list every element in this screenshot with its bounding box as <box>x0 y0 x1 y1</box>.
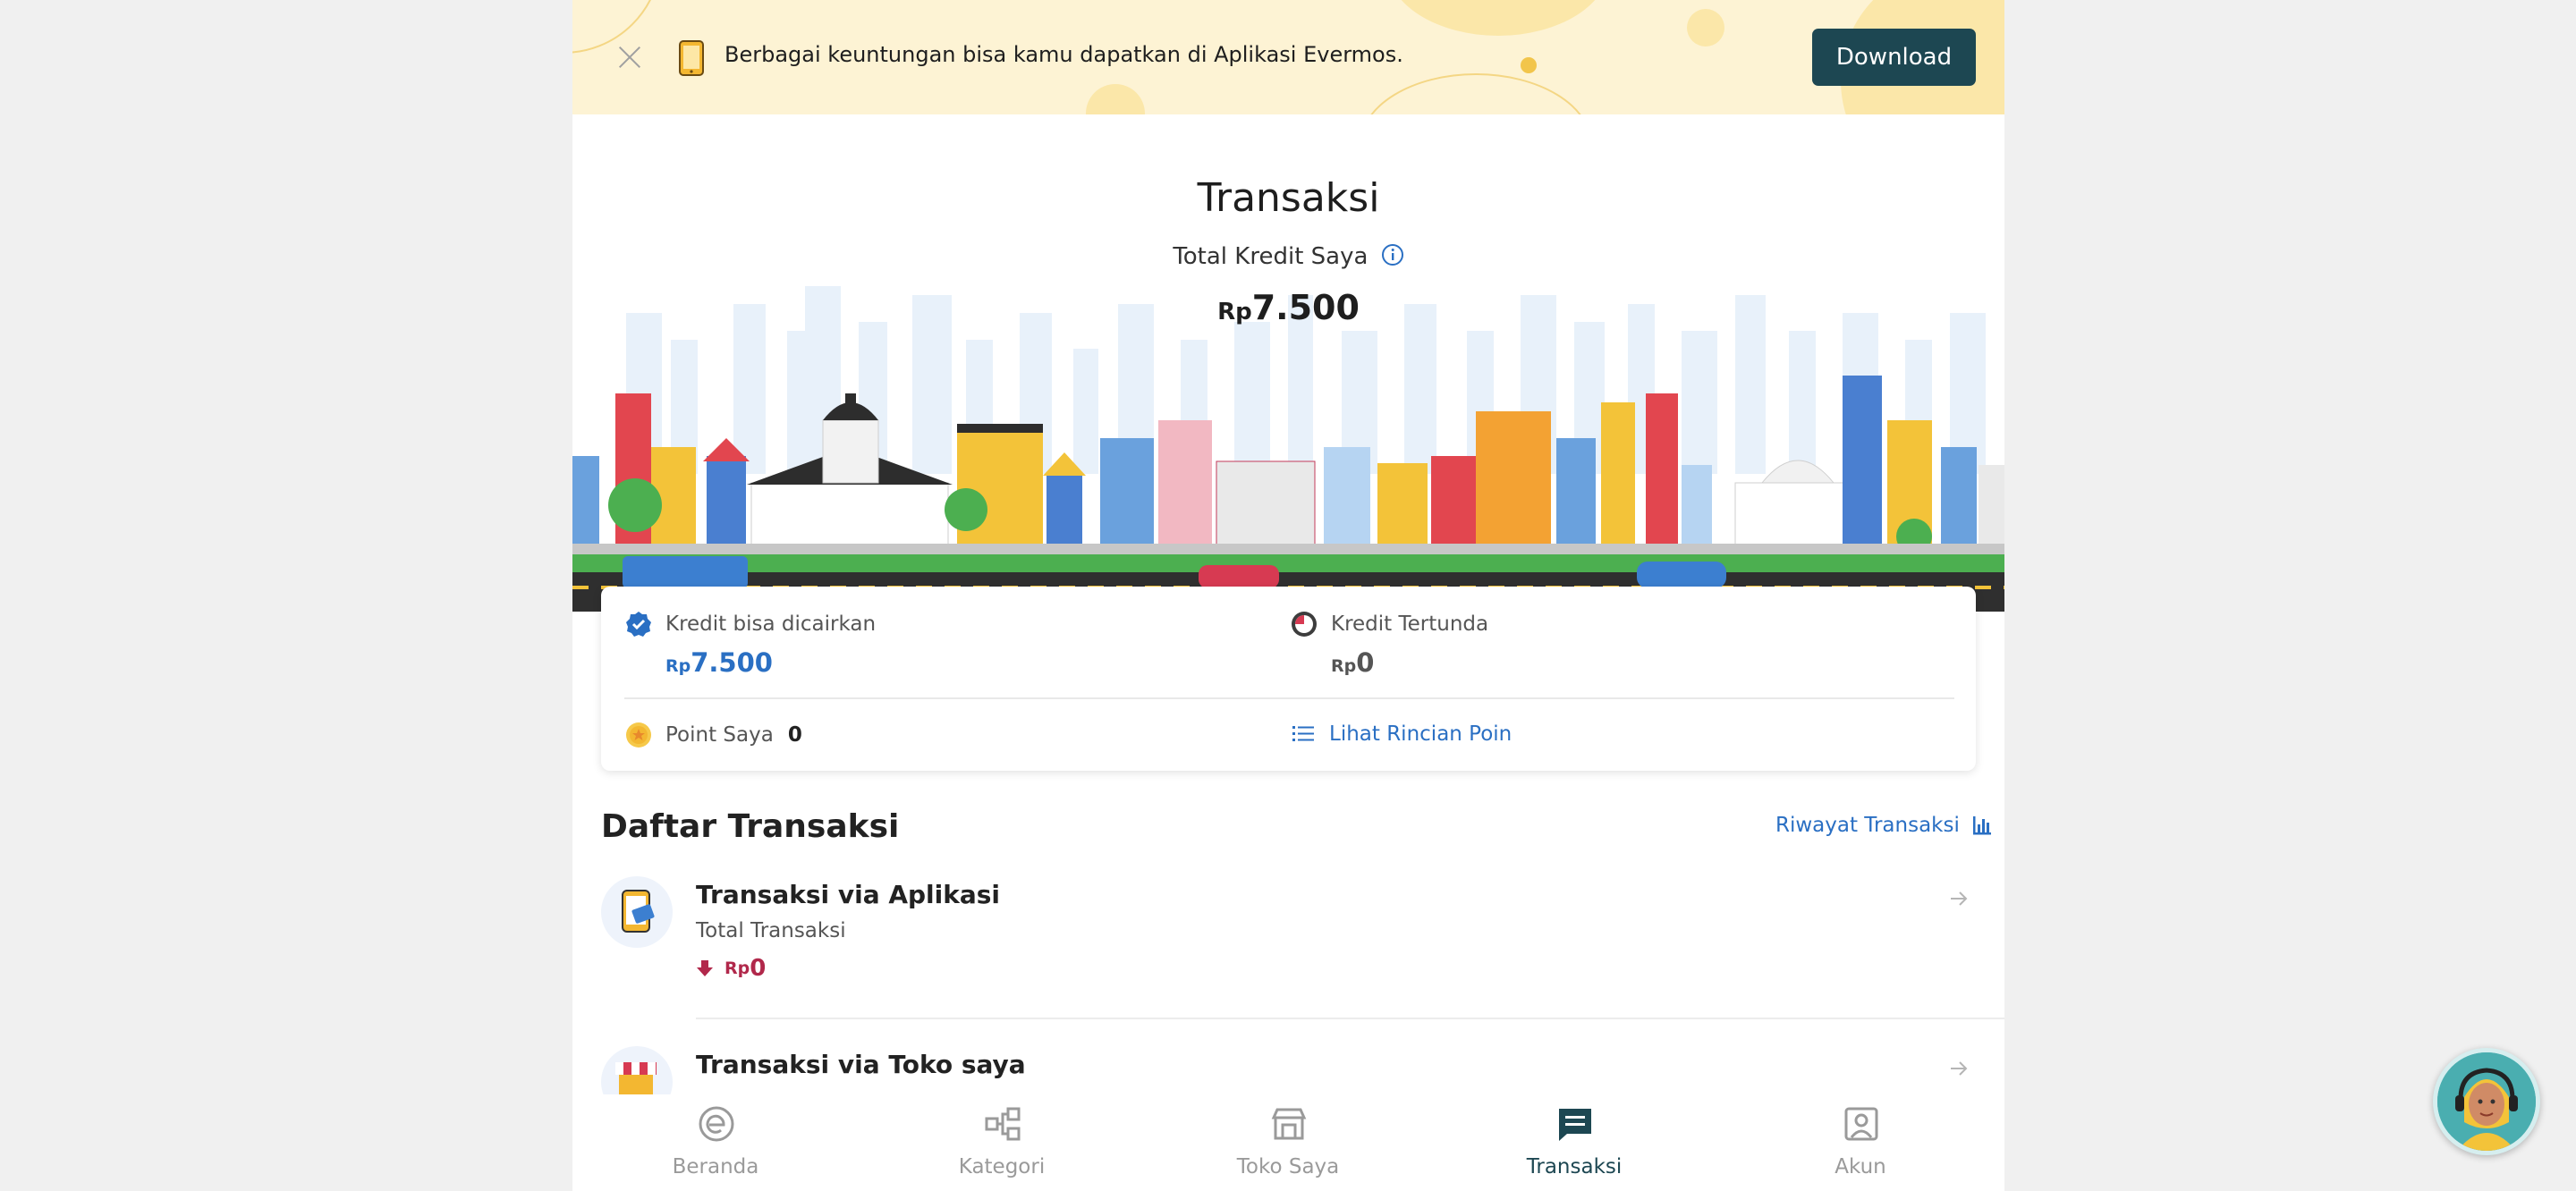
kredit-tertunda: Kredit Tertunda Rp0 <box>1290 610 1488 678</box>
transaksi-aplikasi-title: Transaksi via Aplikasi <box>696 880 1001 909</box>
section-title: Daftar Transaksi <box>601 808 900 845</box>
download-button[interactable]: Download <box>1812 29 1976 86</box>
category-tree-icon <box>985 1107 1021 1141</box>
arrow-right-icon <box>1951 1061 1968 1076</box>
nav-label: Transaksi <box>1526 1155 1623 1178</box>
kredit-tertunda-value: 0 <box>1356 647 1375 678</box>
store-transaction-icon <box>601 1046 673 1100</box>
nav-beranda[interactable]: Beranda <box>572 1094 859 1191</box>
coin-star-icon <box>626 722 651 748</box>
banner-decoration <box>1360 73 1592 114</box>
arrow-down-icon <box>697 960 713 976</box>
transaksi-aplikasi-subtitle: Total Transaksi <box>696 919 846 942</box>
kredit-cairkan-amount: Rp7.500 <box>665 647 876 678</box>
banner-decoration <box>1386 0 1610 36</box>
nav-label: Kategori <box>958 1155 1046 1178</box>
nav-label: Akun <box>1835 1155 1886 1178</box>
kredit-cairkan-value: 7.500 <box>691 647 773 678</box>
currency-label: Rp <box>1331 656 1357 676</box>
app-container: Berbagai keuntungan bisa kamu dapatkan d… <box>572 0 2004 1191</box>
point-value: 0 <box>787 723 802 747</box>
currency-label: Rp <box>1217 299 1252 325</box>
phone-icon <box>679 40 704 76</box>
total-kredit-text: Total Kredit Saya <box>1173 243 1368 270</box>
divider <box>696 1018 2004 1019</box>
nav-kategori[interactable]: Kategori <box>859 1094 1145 1191</box>
account-icon <box>1844 1107 1878 1141</box>
nav-label: Beranda <box>672 1155 759 1178</box>
nav-label: Toko Saya <box>1236 1155 1340 1178</box>
store-icon <box>1271 1108 1307 1140</box>
kredit-cairkan: Kredit bisa dicairkan Rp7.500 <box>624 610 876 678</box>
nav-akun[interactable]: Akun <box>1717 1094 2004 1191</box>
riwayat-label: Riwayat Transaksi <box>1775 814 1960 837</box>
close-icon[interactable] <box>612 39 648 75</box>
app-transaction-icon <box>601 876 673 948</box>
transaksi-toko-title: Transaksi via Toko saya <box>696 1050 1026 1079</box>
clock-pending-icon <box>1292 612 1317 637</box>
banner-decoration <box>1687 9 1724 46</box>
total-kredit-amount: Rp7.500 <box>572 288 2004 327</box>
nav-toko-saya[interactable]: Toko Saya <box>1145 1094 1431 1191</box>
nav-transaksi[interactable]: Transaksi <box>1431 1094 1717 1191</box>
credit-summary-card: Kredit bisa dicairkan Rp7.500 Kredit Ter… <box>601 587 1976 771</box>
total-kredit-value: 7.500 <box>1251 288 1360 327</box>
list-icon <box>1292 726 1314 741</box>
point-label: Point Saya <box>665 723 774 747</box>
verified-check-icon <box>626 612 651 637</box>
total-kredit-label: Total Kredit Saya <box>572 243 2004 270</box>
city-illustration <box>572 286 2004 612</box>
kredit-tertunda-amount: Rp0 <box>1331 647 1488 678</box>
currency-label: Rp <box>665 656 691 676</box>
point-saya: Point Saya 0 <box>624 721 802 749</box>
riwayat-transaksi-link[interactable]: Riwayat Transaksi <box>1775 814 1994 837</box>
transaksi-toko-row[interactable]: Transaksi via Toko saya <box>601 1046 2004 1100</box>
lihat-rincian-poin-link[interactable]: Lihat Rincian Poin <box>1290 721 1512 748</box>
transaksi-aplikasi-amount: Rp 0 <box>696 955 766 982</box>
banner-text: Berbagai keuntungan bisa kamu dapatkan d… <box>724 42 1403 67</box>
page-title: Transaksi <box>1197 175 1380 221</box>
chat-list-icon <box>1559 1109 1591 1141</box>
kredit-cairkan-label: Kredit bisa dicairkan <box>665 612 877 636</box>
assistant-avatar-button[interactable] <box>2433 1048 2540 1155</box>
banner-decoration <box>1086 84 1145 114</box>
bar-chart-icon <box>1972 816 1991 835</box>
home-e-icon <box>699 1106 734 1142</box>
banner-decoration <box>1521 57 1537 73</box>
info-icon[interactable] <box>1381 243 1404 266</box>
divider <box>624 697 1954 699</box>
rincian-label: Lihat Rincian Poin <box>1329 722 1513 746</box>
download-banner: Berbagai keuntungan bisa kamu dapatkan d… <box>572 0 2004 114</box>
transaksi-aplikasi-value: 0 <box>750 955 767 982</box>
assistant-avatar <box>2437 1052 2536 1151</box>
kredit-tertunda-label: Kredit Tertunda <box>1331 612 1489 636</box>
arrow-right-icon <box>1951 891 1968 906</box>
bottom-navigation: Beranda Kategori Toko Saya Transaksi Aku… <box>572 1094 2004 1191</box>
currency-label: Rp <box>724 959 750 978</box>
transaksi-aplikasi-row[interactable]: Transaksi via Aplikasi Total Transaksi R… <box>601 876 2004 1010</box>
